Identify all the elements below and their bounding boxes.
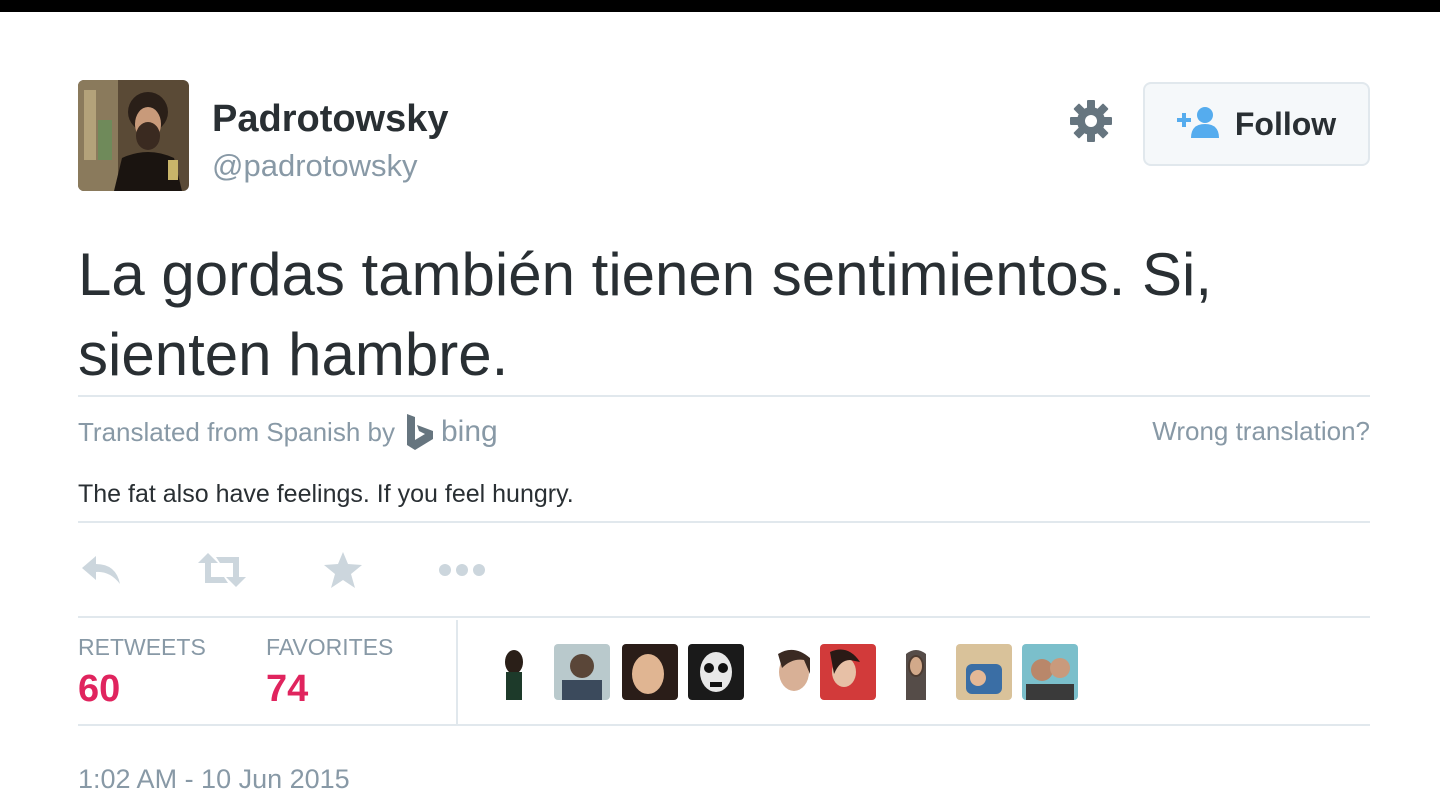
favoriter-avatar[interactable] — [688, 644, 744, 700]
tweet-text: La gordas también tienen sentimientos. S… — [78, 241, 1212, 388]
favoriter-avatar[interactable] — [820, 644, 876, 700]
divider — [78, 395, 1370, 397]
reply-icon[interactable] — [80, 550, 122, 590]
tweet-timestamp[interactable]: 1:02 AM - 10 Jun 2015 — [78, 764, 350, 795]
divider — [78, 724, 1370, 726]
top-border — [0, 0, 1440, 12]
star-icon[interactable] — [324, 550, 362, 590]
favoriter-avatar[interactable] — [498, 644, 554, 700]
favoriter-avatar[interactable] — [956, 644, 1012, 700]
user-handle[interactable]: @padrotowsky — [212, 148, 418, 184]
favoriter-avatar[interactable] — [554, 644, 610, 700]
translation-prefix: Translated from Spanish by — [78, 416, 395, 447]
favoriter-avatar[interactable] — [1022, 644, 1078, 700]
translation-attribution: Translated from Spanish by bing — [78, 414, 498, 450]
translated-text: The fat also have feelings. If you feel … — [78, 480, 574, 508]
bing-icon — [406, 414, 433, 450]
favorites-label[interactable]: FAVORITES — [266, 634, 393, 661]
bing-label: bing — [440, 415, 498, 448]
follow-button[interactable]: Follow — [1143, 82, 1370, 166]
favorites-count[interactable]: 74 — [266, 668, 308, 711]
tweet-stats: RETWEETS 60 FAVORITES 74 — [78, 620, 1370, 726]
favoriter-avatar[interactable] — [622, 644, 678, 700]
bing-logo[interactable]: bing — [405, 414, 498, 450]
wrong-translation-link[interactable]: Wrong translation? — [1152, 416, 1370, 447]
gear-icon[interactable] — [1068, 98, 1114, 144]
divider — [78, 616, 1370, 618]
retweet-icon[interactable] — [198, 550, 246, 590]
favoriter-avatar[interactable] — [896, 644, 952, 700]
favoriter-avatar[interactable] — [764, 644, 820, 700]
display-name[interactable]: Padrotowsky — [212, 98, 449, 141]
retweets-count[interactable]: 60 — [78, 668, 120, 711]
retweets-label[interactable]: RETWEETS — [78, 634, 206, 661]
follow-label: Follow — [1234, 105, 1337, 142]
user-avatar[interactable] — [78, 80, 189, 191]
add-user-icon — [1176, 106, 1221, 143]
divider — [78, 521, 1370, 523]
stats-divider — [456, 620, 458, 726]
more-dots-icon[interactable] — [438, 550, 486, 590]
